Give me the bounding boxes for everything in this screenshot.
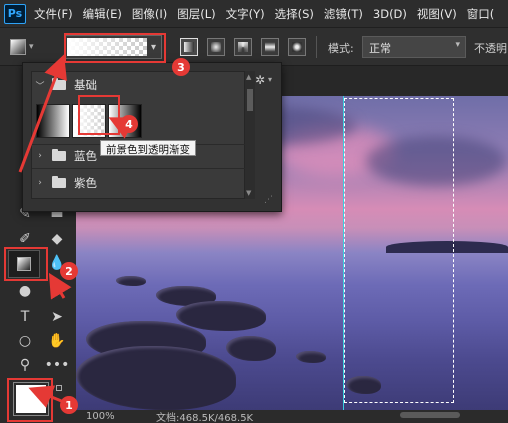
menu-view[interactable]: 视图(V) (417, 6, 457, 22)
gear-icon[interactable]: ✲ (255, 73, 265, 87)
blend-mode-value: 正常 (369, 42, 391, 55)
document-size: 文档:468.5K/468.5K (156, 413, 254, 423)
gradient-tooltip: 前景色到透明渐变 (100, 140, 196, 156)
swap-colors-icon[interactable] (56, 385, 62, 391)
annotation-box-2 (4, 247, 48, 281)
menu-bar: Ps 文件(F) 编辑(E) 图像(I) 图层(L) 文字(Y) 选择(S) 滤… (0, 0, 508, 28)
type-tool-icon[interactable]: T (14, 306, 36, 328)
folder-icon (52, 176, 66, 188)
zoom-level[interactable]: 100% (86, 411, 146, 422)
menu-file[interactable]: 文件(F) (34, 6, 73, 22)
reflected-gradient-icon (265, 42, 275, 52)
scroll-thumb[interactable] (247, 89, 253, 111)
linear-gradient-icon (184, 42, 194, 52)
chevron-right-icon[interactable]: › (32, 151, 48, 161)
annotation-badge-1: 1 (60, 396, 78, 414)
opacity-label: 不透明 (474, 42, 507, 55)
menu-type[interactable]: 文字(Y) (226, 6, 265, 22)
divider (316, 36, 317, 58)
reflected-gradient-button[interactable] (261, 38, 279, 56)
more-tools-icon[interactable]: ••• (45, 354, 70, 376)
folder-purple[interactable]: › 紫色 (32, 172, 232, 194)
horizontal-scrollbar[interactable] (400, 412, 460, 418)
photoshop-logo[interactable]: Ps (4, 3, 26, 24)
chevron-down-icon: ▾ (455, 40, 460, 50)
gradient-presets-panel: ﹀ 基础 › 蓝色 › 紫色 ▲ ▼ ✲ ▾ ⋰ (22, 62, 282, 212)
chevron-down-icon: ▾ (29, 42, 34, 52)
selection-marquee (344, 98, 454, 403)
annotation-box-3 (64, 33, 166, 63)
menu-edit[interactable]: 编辑(E) (83, 6, 122, 22)
zoom-tool-icon[interactable]: ⚲ (14, 354, 36, 376)
gradient-list: ﹀ 基础 › 蓝色 › 紫色 (31, 71, 246, 199)
menu-layer[interactable]: 图层(L) (177, 6, 215, 22)
annotation-box-1 (7, 378, 53, 422)
blend-mode-select[interactable]: 正常 ▾ (362, 36, 466, 58)
mode-label: 模式: (328, 42, 354, 55)
hand-tool-icon[interactable]: ✋ (46, 330, 68, 352)
rock (296, 351, 326, 363)
menu-window[interactable]: 窗口( (467, 6, 495, 22)
panel-scrollbar[interactable]: ▲ ▼ (245, 71, 255, 199)
scroll-down-icon[interactable]: ▼ (246, 189, 251, 197)
resize-handle-icon[interactable]: ⋰ (264, 195, 273, 205)
path-select-icon[interactable]: ➤ (46, 306, 68, 328)
rock (76, 346, 236, 410)
menu-image[interactable]: 图像(I) (132, 6, 167, 22)
menu-select[interactable]: 选择(S) (275, 6, 314, 22)
ellipse-tool-icon[interactable]: ○ (14, 330, 36, 352)
folder-icon (52, 149, 66, 161)
dodge-tool-icon[interactable]: ● (14, 280, 36, 302)
eraser-tool-icon[interactable]: ◆ (46, 228, 68, 250)
angle-gradient-button[interactable] (234, 38, 252, 56)
linear-gradient-button[interactable] (180, 38, 198, 56)
folder-label: 基础 (74, 78, 97, 92)
gradient-preset-foreground-to-background[interactable] (36, 104, 70, 138)
rock (116, 276, 146, 286)
annotation-box-4 (78, 95, 120, 135)
chevron-down-icon[interactable]: ﹀ (32, 79, 48, 92)
rock (226, 336, 276, 361)
tool-preset-picker[interactable]: ▾ (10, 37, 46, 57)
folder-label: 蓝色 (74, 149, 97, 163)
diamond-gradient-button[interactable] (288, 38, 306, 56)
diamond-gradient-icon (292, 42, 302, 52)
scroll-up-icon[interactable]: ▲ (246, 73, 251, 81)
annotation-badge-3: 3 (172, 58, 190, 76)
chevron-right-icon[interactable]: › (32, 178, 48, 188)
folder-icon (52, 78, 66, 90)
menu-filter[interactable]: 滤镜(T) (324, 6, 363, 22)
angle-gradient-icon (238, 42, 248, 52)
folder-basic[interactable]: ﹀ 基础 (32, 74, 232, 96)
annotation-badge-2: 2 (60, 262, 78, 280)
radial-gradient-icon (211, 42, 221, 52)
divider (32, 168, 246, 169)
radial-gradient-button[interactable] (207, 38, 225, 56)
annotation-badge-4: 4 (120, 115, 138, 133)
menu-3d[interactable]: 3D(D) (373, 7, 407, 21)
gradient-preset-icon (10, 39, 26, 55)
pen-tool-icon[interactable]: ✒ (46, 280, 68, 302)
folder-label: 紫色 (74, 176, 97, 190)
chevron-down-icon[interactable]: ▾ (268, 75, 272, 84)
